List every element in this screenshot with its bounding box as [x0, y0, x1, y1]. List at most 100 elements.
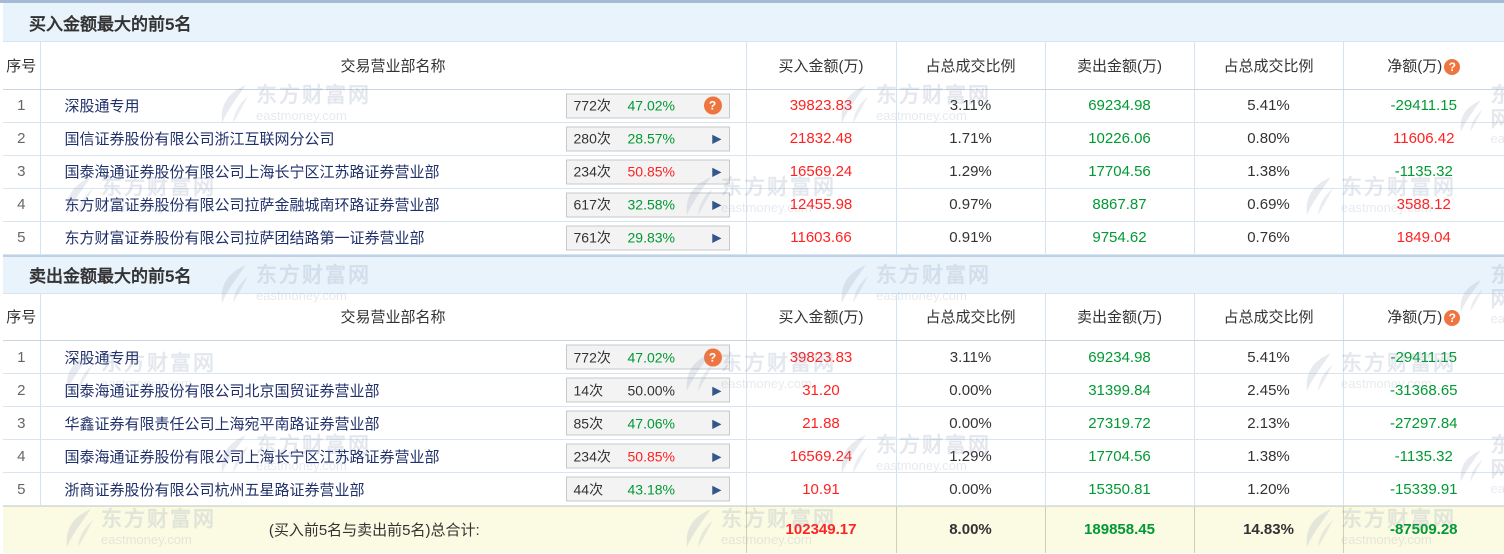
help-icon[interactable]: ? [1444, 58, 1461, 75]
expand-arrow-icon[interactable]: ▶ [712, 416, 721, 430]
col-branch-name: 交易营业部名称 [40, 293, 747, 341]
branch-name-link[interactable]: 国泰海通证券股份有限公司北京国贸证券营业部 [65, 383, 380, 400]
sell-amount: 27319.72 [1045, 406, 1195, 440]
col-sell-amount: 卖出金额(万) [1045, 42, 1195, 90]
sell-amount: 17704.56 [1045, 155, 1195, 189]
table-row: 1 深股通专用 772次 47.02% ? 39823.83 3.11% 692… [3, 340, 1504, 374]
buy-top5-table: 序号 交易营业部名称 买入金额(万) 占总成交比例 卖出金额(万) 占总成交比例… [3, 42, 1504, 255]
branch-stats-badge[interactable]: 617次 32.58% ▶ [565, 192, 730, 217]
branch-name-link[interactable]: 浙商证券股份有限公司杭州五星路证券营业部 [65, 482, 365, 499]
branch-stats-badge[interactable]: 234次 50.85% ▶ [565, 443, 730, 469]
col-buy-amount: 买入金额(万) [746, 42, 897, 90]
help-icon[interactable]: ? [1444, 310, 1461, 327]
win-rate: 28.57% [627, 130, 675, 147]
totals-label: (买入前5名与卖出前5名)总合计: [3, 506, 747, 553]
win-rate: 50.85% [627, 163, 675, 180]
net-amount: 11606.42 [1343, 122, 1504, 156]
sell-ratio: 1.38% [1194, 155, 1344, 189]
table-header-row: 序号 交易营业部名称 买入金额(万) 占总成交比例 卖出金额(万) 占总成交比例… [3, 42, 1504, 90]
buy-ratio: 0.00% [896, 472, 1046, 506]
total-net-amount: -87509.28 [1343, 506, 1504, 553]
row-number: 5 [3, 221, 41, 255]
branch-name-link[interactable]: 东方财富证券股份有限公司拉萨金融城南环路证券营业部 [65, 197, 440, 214]
buy-amount: 11603.66 [746, 221, 897, 255]
sell-ratio: 2.13% [1194, 406, 1344, 440]
trade-count: 761次 [573, 229, 611, 246]
buy-ratio: 0.00% [896, 406, 1046, 440]
branch-name-cell: 国泰海通证券股份有限公司上海长宁区江苏路证券营业部 234次 50.85% ▶ [40, 155, 747, 189]
expand-arrow-icon[interactable]: ▶ [712, 482, 721, 496]
sell-top5-rows: 1 深股通专用 772次 47.02% ? 39823.83 3.11% 692… [3, 340, 1504, 506]
branch-stats-badge[interactable]: 234次 50.85% ▶ [565, 159, 730, 184]
table-header-row: 序号 交易营业部名称 买入金额(万) 占总成交比例 卖出金额(万) 占总成交比例… [3, 293, 1504, 341]
trade-count: 772次 [573, 97, 611, 114]
sell-amount: 31399.84 [1045, 373, 1195, 407]
branch-stats-badge[interactable]: 85次 47.06% ▶ [565, 410, 730, 436]
net-amount: -29411.15 [1343, 340, 1504, 374]
buy-ratio: 1.29% [896, 439, 1046, 473]
col-seq: 序号 [3, 293, 41, 341]
buy-ratio: 1.29% [896, 155, 1046, 189]
win-rate: 32.58% [627, 196, 675, 213]
branch-name-cell: 东方财富证券股份有限公司拉萨团结路第一证券营业部 761次 29.83% ▶ [40, 221, 747, 255]
branch-name-link[interactable]: 国泰海通证券股份有限公司上海长宁区江苏路证券营业部 [65, 164, 440, 181]
sell-amount: 69234.98 [1045, 89, 1195, 123]
buy-ratio: 0.00% [896, 373, 1046, 407]
branch-name-link[interactable]: 国泰海通证券股份有限公司上海长宁区江苏路证券营业部 [65, 449, 440, 466]
branch-name-cell: 深股通专用 772次 47.02% ? [40, 340, 747, 374]
expand-arrow-icon[interactable]: ▶ [712, 165, 721, 179]
sell-amount: 17704.56 [1045, 439, 1195, 473]
col-branch-name: 交易营业部名称 [40, 42, 747, 90]
expand-arrow-icon[interactable]: ▶ [712, 198, 721, 212]
col-net-amount: 净额(万)? [1343, 42, 1504, 90]
buy-ratio: 0.91% [896, 221, 1046, 255]
branch-stats-badge[interactable]: 280次 28.57% ▶ [565, 126, 730, 151]
table-row: 3 华鑫证券有限责任公司上海宛平南路证券营业部 85次 47.06% ▶ 21.… [3, 406, 1504, 440]
expand-arrow-icon[interactable]: ▶ [712, 449, 721, 463]
branch-stats-badge[interactable]: 14次 50.00% ▶ [565, 377, 730, 403]
buy-amount: 16569.24 [746, 155, 897, 189]
row-number: 2 [3, 373, 41, 407]
totals-table: (买入前5名与卖出前5名)总合计: 102349.17 8.00% 189858… [3, 506, 1504, 553]
buy-ratio: 3.11% [896, 89, 1046, 123]
table-row: 5 浙商证券股份有限公司杭州五星路证券营业部 44次 43.18% ▶ 10.9… [3, 472, 1504, 506]
win-rate: 47.02% [627, 349, 675, 365]
trade-count: 234次 [573, 448, 611, 464]
expand-arrow-icon[interactable]: ▶ [712, 383, 721, 397]
sell-ratio: 2.45% [1194, 373, 1344, 407]
sell-ratio: 0.69% [1194, 188, 1344, 222]
trade-count: 280次 [573, 130, 611, 147]
win-rate: 29.83% [627, 229, 675, 246]
branch-stats-badge[interactable]: 761次 29.83% ▶ [565, 225, 730, 250]
sell-ratio: 5.41% [1194, 89, 1344, 123]
branch-name-link[interactable]: 国信证券股份有限公司浙江互联网分公司 [65, 131, 335, 148]
branch-stats-badge[interactable]: 772次 47.02% ? [565, 93, 730, 118]
branch-name-link[interactable]: 华鑫证券有限责任公司上海宛平南路证券营业部 [65, 416, 380, 433]
branch-name-cell: 国泰海通证券股份有限公司北京国贸证券营业部 14次 50.00% ▶ [40, 373, 747, 407]
table-row: 2 国信证券股份有限公司浙江互联网分公司 280次 28.57% ▶ 21832… [3, 122, 1504, 156]
branch-name-link[interactable]: 深股通专用 [65, 350, 140, 367]
buy-ratio: 0.97% [896, 188, 1046, 222]
branch-name-link[interactable]: 深股通专用 [65, 98, 140, 115]
buy-amount: 12455.98 [746, 188, 897, 222]
expand-arrow-icon[interactable]: ▶ [712, 231, 721, 245]
branch-name-cell: 国信证券股份有限公司浙江互联网分公司 280次 28.57% ▶ [40, 122, 747, 156]
win-rate: 50.85% [627, 448, 675, 464]
help-icon[interactable]: ? [703, 96, 722, 115]
branch-name-link[interactable]: 东方财富证券股份有限公司拉萨团结路第一证券营业部 [65, 230, 425, 247]
trade-desk-panel: 买入金额最大的前5名 序号 交易营业部名称 买入金额(万) 占总成交比例 卖出金… [0, 0, 1504, 553]
trade-count: 44次 [573, 481, 604, 497]
branch-name-cell: 华鑫证券有限责任公司上海宛平南路证券营业部 85次 47.06% ▶ [40, 406, 747, 440]
table-row: 2 国泰海通证券股份有限公司北京国贸证券营业部 14次 50.00% ▶ 31.… [3, 373, 1504, 407]
branch-stats-badge[interactable]: 44次 43.18% ▶ [565, 476, 730, 502]
trade-count: 85次 [573, 415, 604, 431]
trade-count: 617次 [573, 196, 611, 213]
row-number: 3 [3, 155, 41, 189]
col-buy-ratio: 占总成交比例 [896, 42, 1046, 90]
help-icon[interactable]: ? [703, 348, 722, 366]
branch-stats-badge[interactable]: 772次 47.02% ? [565, 344, 730, 370]
table-row: 4 东方财富证券股份有限公司拉萨金融城南环路证券营业部 617次 32.58% … [3, 188, 1504, 222]
expand-arrow-icon[interactable]: ▶ [712, 132, 721, 146]
col-net-amount: 净额(万)? [1343, 293, 1504, 341]
row-number: 2 [3, 122, 41, 156]
